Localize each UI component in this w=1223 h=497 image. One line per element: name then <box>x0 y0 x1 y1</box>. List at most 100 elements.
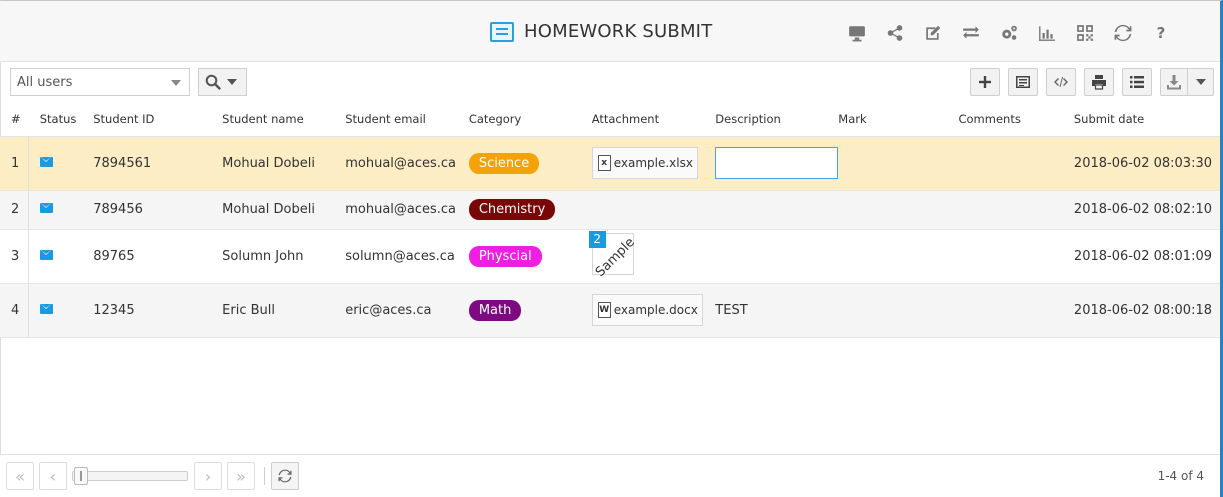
table-header-row: # Status Student ID Student name Student… <box>0 102 1220 136</box>
student-name-cell: Eric Bull <box>222 282 346 338</box>
settings-icon[interactable] <box>990 23 1028 43</box>
user-filter-select[interactable]: All users <box>10 68 190 96</box>
row-number: 1 <box>0 135 30 190</box>
comments-cell[interactable] <box>958 135 1074 190</box>
search-dropdown-button[interactable] <box>198 68 247 96</box>
table-row[interactable]: 1 7894561 Mohual Dobeli mohual@aces.ca S… <box>0 135 1220 190</box>
comments-cell[interactable] <box>958 189 1074 229</box>
pager-refresh-button[interactable] <box>271 462 299 490</box>
page-title: HOMEWORK SUBMIT <box>524 21 713 42</box>
mark-cell[interactable] <box>838 189 959 229</box>
prev-page-button[interactable]: ‹ <box>39 462 67 490</box>
attachment-file[interactable]: W example.docx <box>591 294 703 326</box>
swap-icon[interactable] <box>952 23 990 43</box>
page-slider-handle[interactable] <box>74 467 88 485</box>
add-button[interactable] <box>970 68 1000 96</box>
column-header-mark[interactable]: Mark <box>838 102 958 136</box>
toolbar-actions <box>970 68 1214 96</box>
description-cell[interactable]: TEST <box>715 282 839 338</box>
edit-icon[interactable] <box>914 23 952 43</box>
first-page-button[interactable]: « <box>6 462 34 490</box>
attachment-thumbnail[interactable]: 2 Sample <box>588 231 638 280</box>
download-button[interactable] <box>1161 69 1187 95</box>
table-row[interactable]: 2 789456 Mohual Dobeli mohual@aces.ca Ch… <box>0 189 1220 229</box>
code-button[interactable] <box>1046 68 1076 96</box>
table-row[interactable]: 3 89765 Solumn John solumn@aces.ca Physc… <box>0 228 1220 283</box>
download-dropdown-button[interactable] <box>1187 69 1213 95</box>
attachment-cell: 2 Sample <box>588 228 716 283</box>
student-id-cell: 12345 <box>93 282 223 338</box>
attachment-cell <box>591 189 716 229</box>
student-email-cell: eric@aces.ca <box>345 282 469 338</box>
next-page-button[interactable]: › <box>194 462 222 490</box>
student-name-cell: Mohual Dobeli <box>222 135 346 190</box>
column-header-category[interactable]: Category <box>469 102 592 136</box>
status-cell <box>28 282 94 338</box>
print-icon <box>1092 75 1106 90</box>
category-badge: Math <box>468 299 522 321</box>
code-icon <box>1054 77 1068 87</box>
form-button[interactable] <box>1008 68 1038 96</box>
column-header-comments[interactable]: Comments <box>958 102 1073 136</box>
qrcode-icon[interactable] <box>1066 23 1104 43</box>
mark-cell[interactable] <box>838 135 959 190</box>
student-id-cell: 7894561 <box>93 135 223 190</box>
student-name-cell: Mohual Dobeli <box>222 189 346 229</box>
chevron-down-icon <box>227 79 237 85</box>
category-cell: Science <box>468 135 592 190</box>
attachment-count-badge: 2 <box>588 231 606 248</box>
page-slider[interactable] <box>72 467 188 485</box>
description-cell[interactable] <box>715 228 839 283</box>
status-cell <box>28 135 94 190</box>
refresh-icon[interactable] <box>1104 23 1142 43</box>
column-header-status[interactable]: Status <box>29 102 93 136</box>
print-button[interactable] <box>1084 68 1114 96</box>
description-cell <box>715 135 839 190</box>
download-split-button[interactable] <box>1160 68 1214 96</box>
table-row[interactable]: 4 12345 Eric Bull eric@aces.ca Math W ex… <box>0 282 1220 338</box>
submissions-table: # Status Student ID Student name Student… <box>0 102 1220 338</box>
column-header-attachment[interactable]: Attachment <box>592 102 716 136</box>
form-list-icon <box>490 21 514 42</box>
student-id-cell: 89765 <box>93 228 223 283</box>
column-header-description[interactable]: Description <box>715 102 838 136</box>
pager-info: 1-4 of 4 <box>1157 469 1204 483</box>
search-icon <box>205 74 221 90</box>
comments-cell[interactable] <box>958 228 1074 283</box>
refresh-icon <box>278 469 292 483</box>
last-page-button[interactable]: » <box>227 462 255 490</box>
column-header-submit-date[interactable]: Submit date <box>1074 102 1220 136</box>
column-header-number[interactable]: # <box>0 102 29 136</box>
excel-file-icon: x <box>597 155 611 171</box>
attachment-filename: example.docx <box>613 303 698 317</box>
attachment-cell: x example.xlsx <box>591 135 716 190</box>
chevron-down-icon <box>1195 79 1206 85</box>
monitor-icon[interactable] <box>838 23 876 43</box>
column-header-student-id[interactable]: Student ID <box>93 102 222 136</box>
column-header-student-name[interactable]: Student name <box>222 102 345 136</box>
header: HOMEWORK SUBMIT ? <box>0 1 1220 62</box>
mail-icon[interactable] <box>40 303 54 314</box>
attachment-file[interactable]: x example.xlsx <box>591 147 698 179</box>
description-cell[interactable] <box>715 189 839 229</box>
row-number: 2 <box>0 189 30 229</box>
chart-icon[interactable] <box>1028 23 1066 43</box>
student-email-cell: mohual@aces.ca <box>345 135 469 190</box>
list-button[interactable] <box>1122 68 1152 96</box>
category-cell: Math <box>468 282 592 338</box>
submit-date-cell: 2018-06-02 08:00:18 <box>1073 282 1220 338</box>
mail-icon[interactable] <box>40 203 54 213</box>
category-badge: Chemistry <box>468 199 556 220</box>
column-header-student-email[interactable]: Student email <box>345 102 469 136</box>
description-input[interactable] <box>715 147 839 179</box>
mail-icon[interactable] <box>40 249 54 260</box>
category-cell: Chemistry <box>468 189 592 229</box>
help-icon[interactable]: ? <box>1142 23 1180 43</box>
mark-cell[interactable] <box>838 282 959 338</box>
mail-icon[interactable] <box>40 156 54 167</box>
mark-cell[interactable] <box>838 228 959 283</box>
category-badge: Physcial <box>468 245 542 267</box>
student-email-cell: solumn@aces.ca <box>345 228 469 283</box>
share-icon[interactable] <box>876 23 914 43</box>
comments-cell[interactable] <box>958 282 1074 338</box>
